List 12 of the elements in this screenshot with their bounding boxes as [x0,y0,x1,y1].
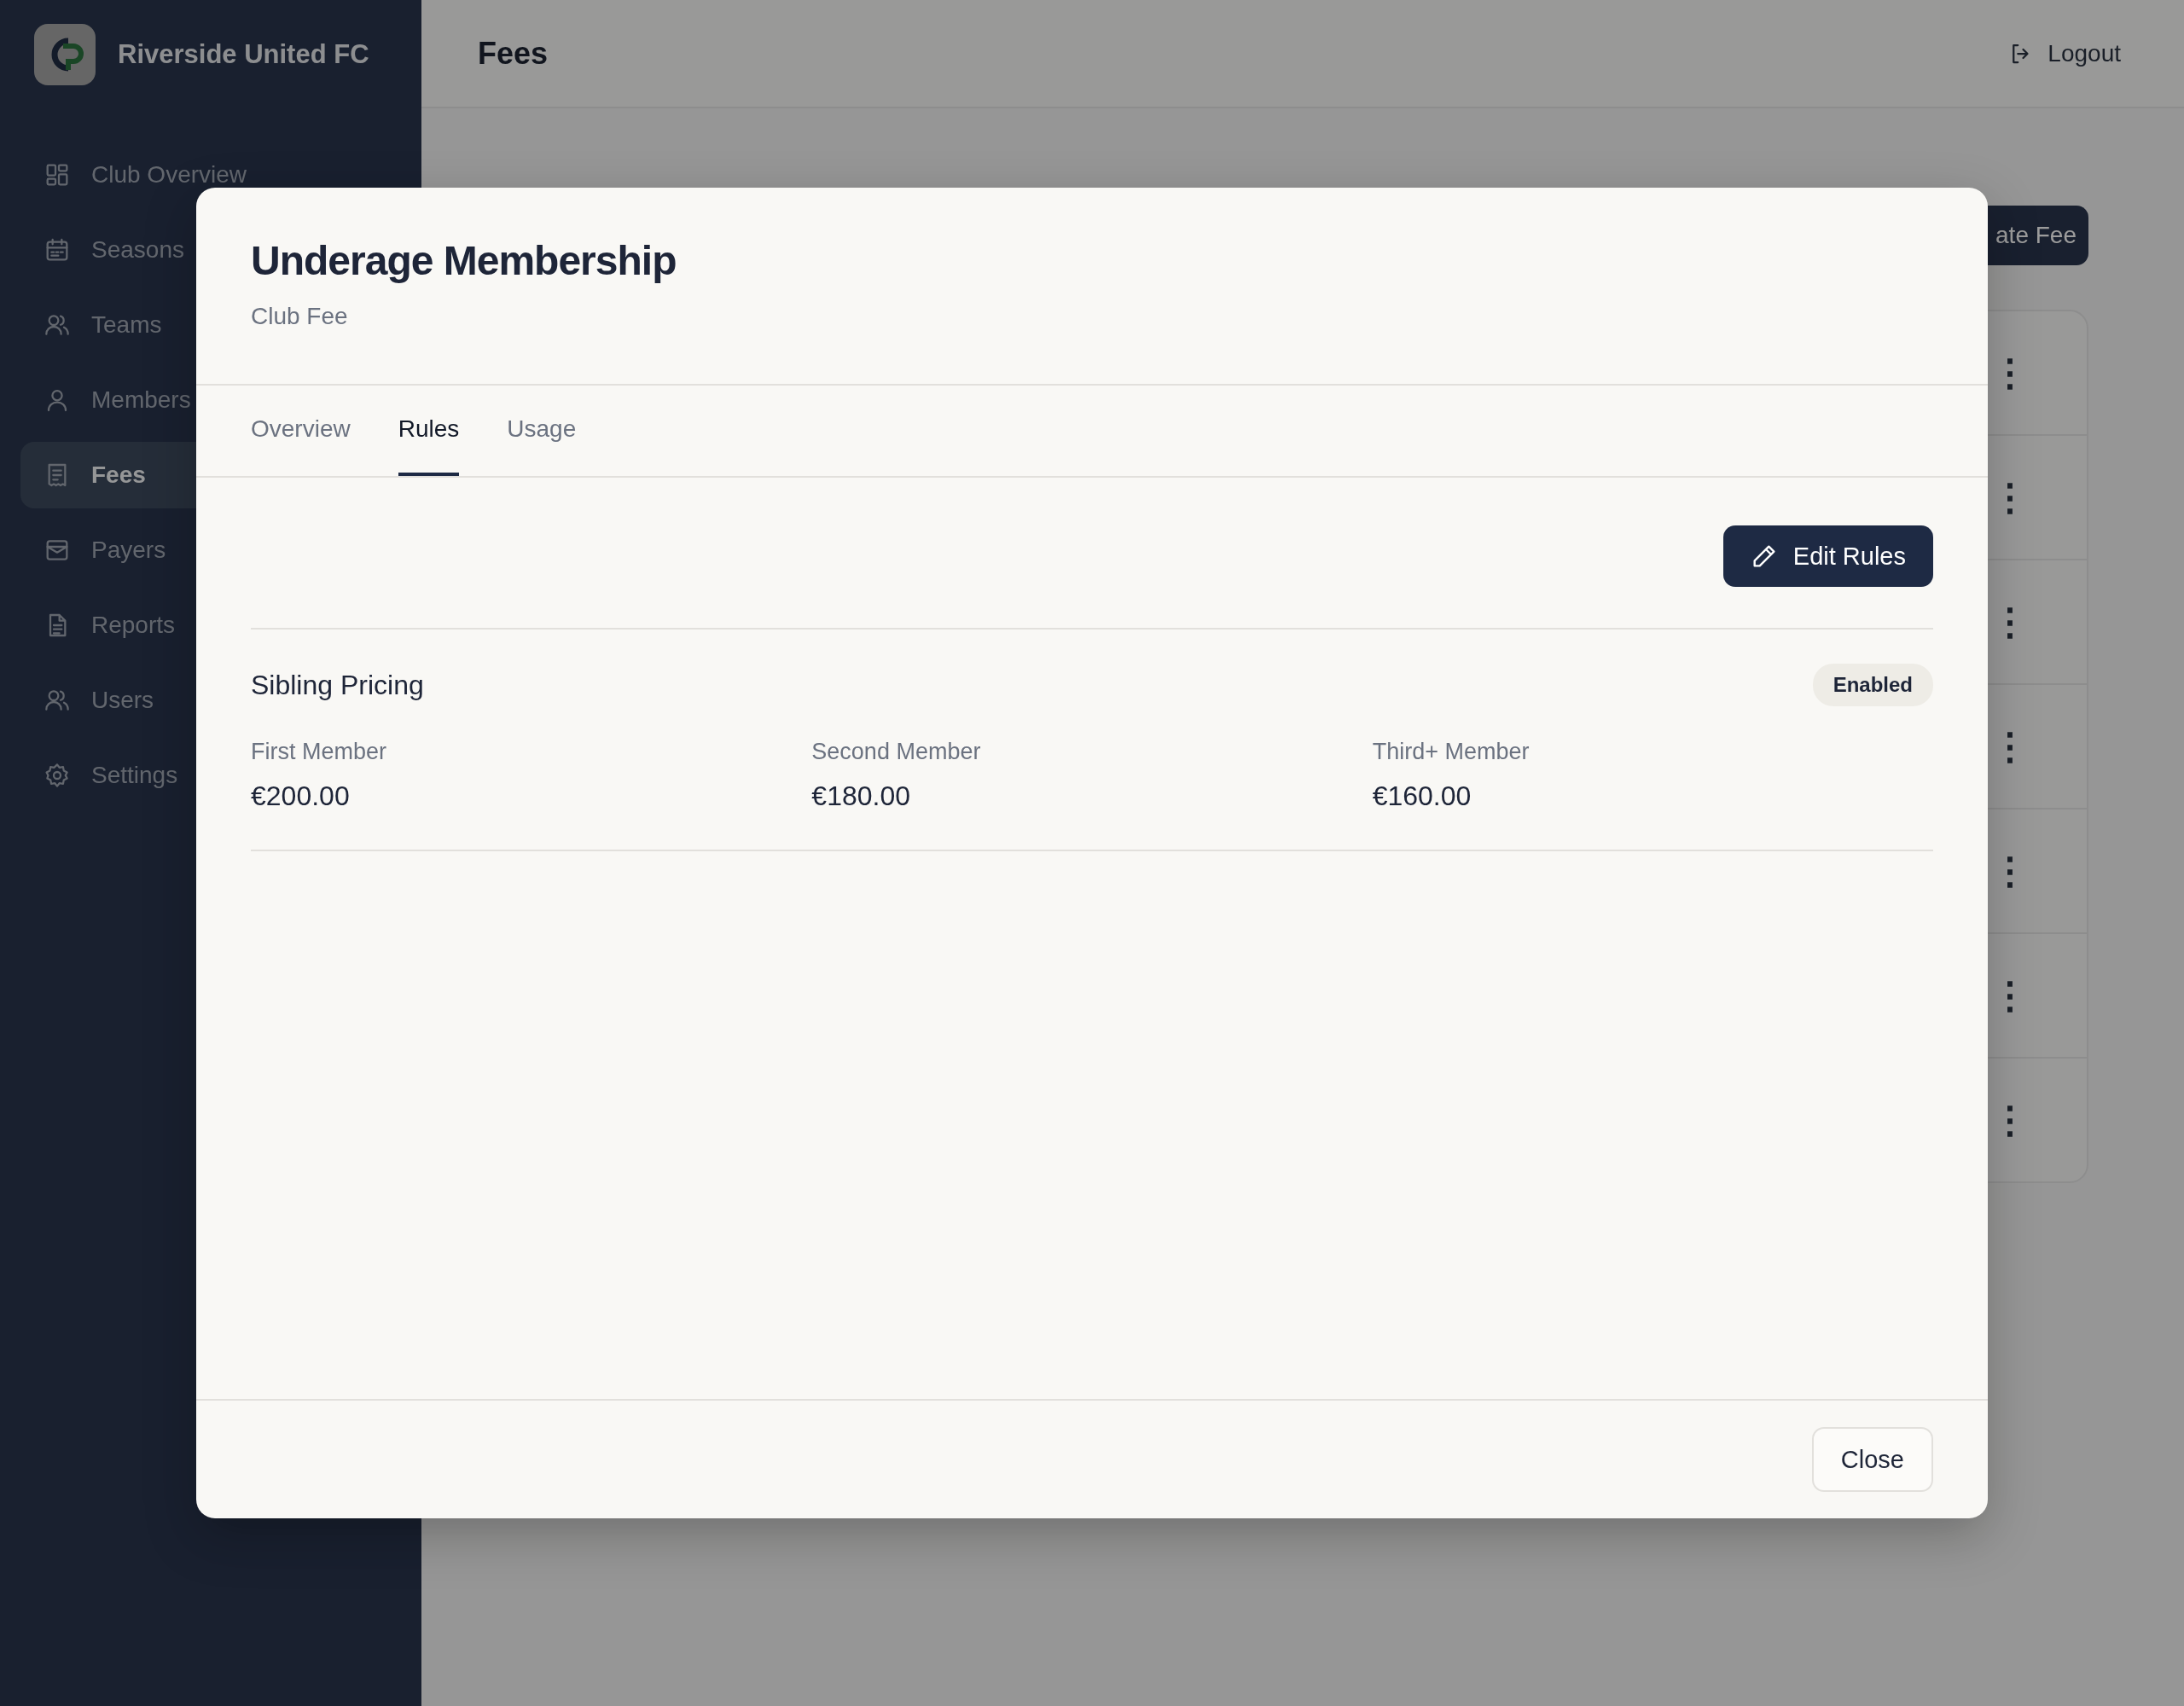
tier-label: Third+ Member [1372,739,1531,765]
status-badge: Enabled [1812,664,1933,706]
club-name: Riverside United FC [118,39,369,70]
tier-price: €180.00 [811,780,911,812]
modal-title: Underage Membership [251,237,677,284]
tier-price: €160.00 [1372,780,1472,812]
tier-label: Second Member [811,739,982,765]
modal-subtitle: Club Fee [251,303,349,330]
tier-label: First Member [251,739,387,765]
page-title: Fees [478,35,549,72]
tier-price: €200.00 [251,780,351,812]
rule-title: Sibling Pricing [251,669,424,701]
